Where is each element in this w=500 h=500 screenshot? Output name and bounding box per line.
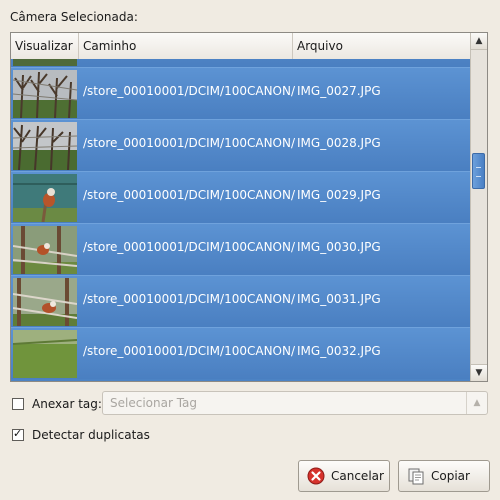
copy-icon (408, 468, 424, 485)
cancel-button-label: Cancelar (331, 469, 384, 483)
attach-tag-checkbox[interactable] (12, 398, 24, 410)
detect-duplicates-checkbox[interactable] (12, 427, 24, 441)
photo-thumbnail (13, 278, 77, 326)
photo-thumbnail (13, 226, 77, 274)
copy-button-label: Copiar (431, 469, 470, 483)
row-path: /store_00010001/DCIM/100CANON/ (83, 188, 296, 202)
table-row[interactable]: /store_00010001/DCIM/100CANON/ IMG_0029.… (11, 171, 471, 223)
table-row[interactable]: /store_00010001/DCIM/100CANON/ IMG_0030.… (11, 223, 471, 275)
scroll-up-icon[interactable]: ▲ (471, 33, 487, 50)
image-list[interactable]: Visualizar Caminho Arquivo /store_000100… (10, 32, 488, 382)
cancel-button[interactable]: Cancelar (298, 460, 390, 492)
row-file: IMG_0027.JPG (297, 84, 381, 98)
row-file: IMG_0031.JPG (297, 292, 381, 306)
vertical-scrollbar[interactable]: ▲ ▼ (470, 33, 487, 381)
row-path: /store_00010001/DCIM/100CANON/ (83, 292, 296, 306)
tag-select-placeholder: Selecionar Tag (110, 396, 198, 410)
table-row[interactable]: /store_00010001/DCIM/100CANON/ IMG_0031.… (11, 275, 471, 327)
photo-thumbnail (13, 70, 77, 118)
row-path: /store_00010001/DCIM/100CANON/ (83, 344, 296, 358)
scrollbar-thumb[interactable] (472, 153, 485, 189)
scroll-down-icon[interactable]: ▼ (471, 364, 487, 381)
photo-thumbnail (13, 174, 77, 222)
attach-tag-label: Anexar tag: (32, 397, 102, 411)
cancel-icon (307, 467, 325, 485)
list-header: Visualizar Caminho Arquivo (11, 33, 471, 60)
table-row[interactable] (11, 59, 471, 67)
tag-select[interactable]: Selecionar Tag ▲ (102, 391, 488, 415)
column-header-path[interactable]: Caminho (79, 33, 293, 59)
photo-thumbnail (13, 330, 77, 378)
row-file: IMG_0028.JPG (297, 136, 381, 150)
row-file: IMG_0032.JPG (297, 344, 381, 358)
dialog-title: Câmera Selecionada: (10, 10, 138, 24)
column-header-file[interactable]: Arquivo (293, 33, 471, 59)
copy-button[interactable]: Copiar (398, 460, 490, 492)
row-path: /store_00010001/DCIM/100CANON/ (83, 136, 296, 150)
row-file: IMG_0030.JPG (297, 240, 381, 254)
list-rows: /store_00010001/DCIM/100CANON/ IMG_0027.… (11, 59, 471, 381)
photo-thumbnail (13, 122, 77, 170)
detect-duplicates-label: Detectar duplicatas (32, 428, 150, 442)
row-path: /store_00010001/DCIM/100CANON/ (83, 84, 296, 98)
row-file: IMG_0029.JPG (297, 188, 381, 202)
table-row[interactable]: /store_00010001/DCIM/100CANON/ IMG_0027.… (11, 67, 471, 119)
row-path: /store_00010001/DCIM/100CANON/ (83, 240, 296, 254)
chevron-updown-icon: ▲ (466, 392, 487, 414)
table-row[interactable]: /store_00010001/DCIM/100CANON/ IMG_0032.… (11, 327, 471, 379)
table-row[interactable]: /store_00010001/DCIM/100CANON/ IMG_0028.… (11, 119, 471, 171)
column-header-preview[interactable]: Visualizar (11, 33, 79, 59)
photo-thumbnail (13, 59, 77, 66)
